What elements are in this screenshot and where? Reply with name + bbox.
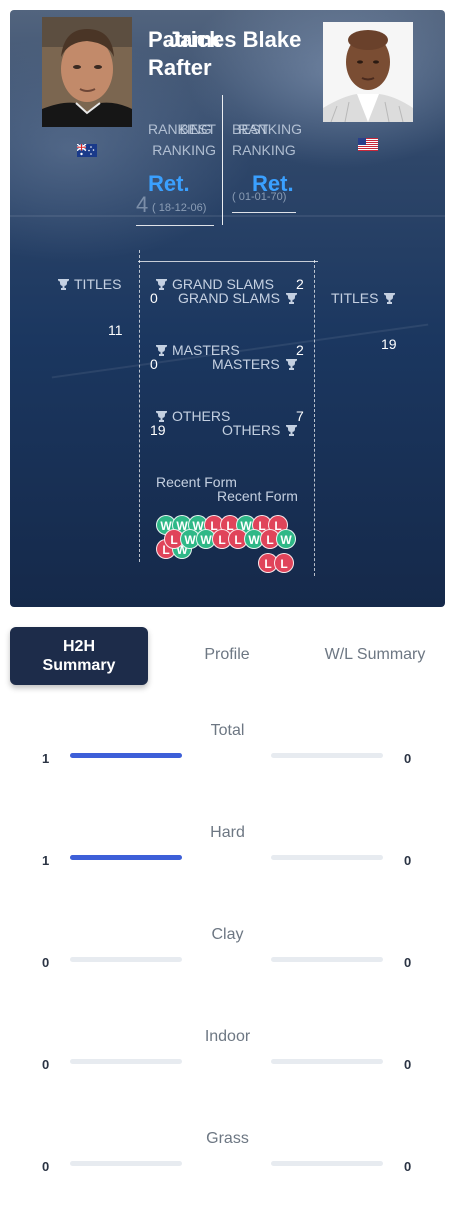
player1-win-count: 0 (42, 955, 50, 970)
player2-titles-count: 19 (381, 336, 397, 352)
player1-win-count: 1 (42, 751, 50, 766)
player1-win-bar (70, 957, 182, 962)
trophy-icon (58, 277, 69, 293)
tab-h2h-summary[interactable]: H2H Summary (10, 627, 148, 685)
player1-titles-label: TITLES (58, 276, 121, 293)
rank-underline (136, 225, 214, 226)
player1-win-count: 0 (42, 1057, 50, 1072)
player1-win-bar (70, 753, 182, 758)
tab-wl-summary[interactable]: W/L Summary (300, 646, 450, 664)
rank-underline (232, 212, 296, 213)
player1-best-rank-date: ( 18-12-06) (152, 202, 207, 214)
player2-masters-label: MASTERS (212, 356, 297, 373)
summary-category-label: Indoor (204, 1028, 251, 1045)
player2-masters-count: 0 (150, 356, 158, 372)
titles-text: TITLES (331, 290, 379, 306)
stats-box-top (138, 261, 318, 262)
summary-category-label: Grass (206, 1130, 249, 1147)
player2-win-count: 0 (404, 1057, 412, 1072)
masters-text: MASTERS (212, 356, 280, 372)
others-text: OTHERS (222, 422, 281, 438)
player2-win-bar (271, 1059, 383, 1064)
player2-win-count: 0 (404, 853, 412, 868)
player1-win-bar (70, 1161, 182, 1166)
trophy-icon (285, 291, 297, 307)
player1-win-bar-fill (70, 855, 182, 860)
player1-masters-count: 2 (296, 342, 304, 358)
player2-win-bar (271, 957, 383, 962)
tab-profile[interactable]: Profile (182, 646, 272, 664)
trophy-icon (286, 423, 298, 439)
summary-category-label: Total (210, 722, 245, 739)
player1-win-bar (70, 1059, 182, 1064)
rank-divider (222, 95, 223, 225)
titles-text: TITLES (74, 276, 122, 292)
h2h-header-panel: Patrick Rafter James Blake RANKING BEST … (10, 10, 445, 607)
player2-win-count: 0 (404, 1159, 412, 1174)
player2-win-count: 0 (404, 955, 412, 970)
usa-flag-icon (358, 138, 378, 151)
player2-photo[interactable] (323, 22, 413, 122)
player1-win-count: 0 (42, 1159, 50, 1174)
stats-box-left (139, 250, 140, 562)
player1-photo[interactable] (42, 17, 132, 127)
summary-category-label: Hard (210, 824, 245, 841)
player1-best-ranking-label: BEST RANKING (152, 121, 216, 158)
player1-best-rank-number: 4 (136, 192, 149, 217)
player1-win-bar-fill (70, 753, 182, 758)
court-line (10, 215, 445, 217)
player2-name[interactable]: James Blake (168, 26, 318, 54)
player1-win-count: 1 (42, 853, 50, 868)
player2-win-count: 0 (404, 751, 412, 766)
player1-win-bar (70, 855, 182, 860)
player1-titles-count: 11 (108, 322, 123, 338)
player2-grand-slams-count: 0 (150, 290, 158, 306)
form-result-badge: L (274, 553, 294, 573)
player2-recent-form-label: Recent Form (217, 488, 298, 504)
player2-best-rank-date: ( 01-01-70) (232, 191, 287, 203)
summary-category-label: Clay (211, 926, 244, 943)
trophy-icon (285, 357, 297, 373)
australia-flag-icon (76, 143, 97, 157)
player2-others-label: OTHERS (222, 422, 298, 439)
player1-grand-slams-count: 2 (296, 276, 304, 292)
player2-win-bar (271, 1161, 383, 1166)
player1-others-label: OTHERS (156, 408, 230, 425)
grand-slams-text: GRAND SLAMS (178, 290, 280, 306)
player1-ranking-value: Ret. (148, 171, 190, 196)
stats-box-right (314, 260, 315, 576)
player2-ranking-label: RANKING (238, 121, 302, 137)
player2-win-bar (271, 855, 383, 860)
player2-win-bar (271, 753, 383, 758)
trophy-icon (384, 291, 396, 307)
player2-others-count: 19 (150, 422, 166, 438)
player2-titles-label: TITLES (331, 290, 396, 307)
player2-grand-slams-label: GRAND SLAMS (178, 290, 297, 307)
form-result-badge: W (276, 529, 296, 549)
